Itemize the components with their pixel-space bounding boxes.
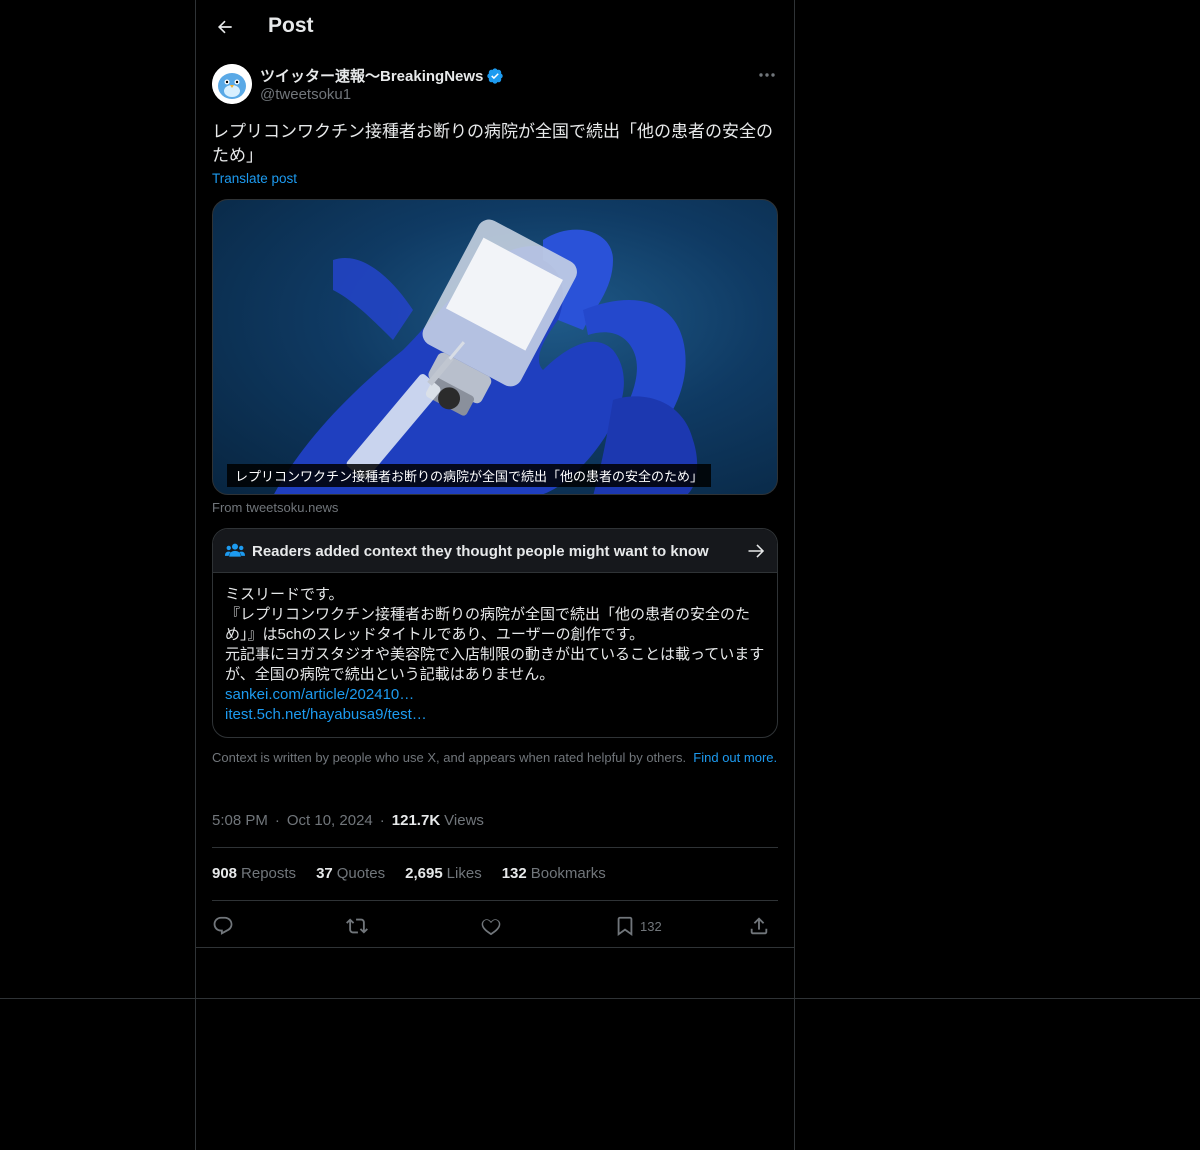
share-icon: [750, 917, 768, 935]
like-button[interactable]: [480, 912, 502, 940]
translate-link[interactable]: Translate post: [212, 171, 297, 186]
author-block: ツイッター速報〜BreakingNews @tweetsoku1: [212, 64, 778, 108]
display-name[interactable]: ツイッター速報〜BreakingNews: [260, 65, 483, 86]
like-icon: [481, 919, 501, 936]
bookmark-button[interactable]: 132: [614, 912, 662, 940]
media-caption: レプリコンワクチン接種者お断りの病院が全国で続出「他の患者の安全のため」: [227, 464, 712, 487]
back-button[interactable]: [208, 10, 242, 44]
repost-button[interactable]: [346, 912, 368, 940]
media-card[interactable]: レプリコンワクチン接種者お断りの病院が全国で続出「他の患者の安全のため」: [212, 199, 778, 495]
note-line: ミスリードです。: [225, 586, 344, 603]
people-icon: [225, 543, 245, 557]
note-line: 元記事にヨガスタジオや美容院で入店制限の動きが出ていることは載っています: [225, 646, 765, 663]
bookmark-icon: [617, 916, 633, 937]
page-title: Post: [268, 14, 314, 37]
back-arrow-icon: [217, 20, 232, 34]
note-line: 『レプリコンワクチン接種者お断りの病院が全国で続出「他の患者の安全のた: [225, 606, 751, 623]
post-date[interactable]: Oct 10, 2024: [287, 812, 373, 829]
context-disclaimer: Context is written by people who use X, …: [212, 750, 778, 766]
bookmarks-stat[interactable]: 132 Bookmarks: [502, 865, 606, 882]
community-note: Readers added context they thought peopl…: [212, 528, 778, 738]
tweet-text: レプリコンワクチン接種者お断りの病院が全国で続出「他の患者の安全のため」: [212, 122, 773, 165]
share-button[interactable]: [748, 912, 770, 940]
page-header: Post: [196, 0, 794, 54]
main-column: Post ツイッター速報〜BreakingNews @tweetsoku1 レプ…: [195, 0, 795, 1150]
context-text: Context is written by people who use X, …: [212, 750, 687, 765]
name-row: ツイッター速報〜BreakingNews: [260, 65, 504, 86]
community-note-body: ミスリードです。 『レプリコンワクチン接種者お断りの病院が全国で続出「他の患者の…: [225, 585, 770, 725]
vaccine-photo: [274, 219, 698, 494]
divider: [212, 900, 778, 901]
community-note-title: Readers added context they thought peopl…: [252, 543, 709, 560]
reply-icon: [213, 916, 233, 935]
arrow-right-icon: [748, 544, 765, 558]
note-line: が、全国の病院で続出という記載はありません。: [225, 666, 555, 683]
action-bar: 132: [212, 912, 778, 940]
post-meta: 5:08 PM · Oct 10, 2024 · 121.7K Views: [212, 812, 484, 829]
author-handle[interactable]: @tweetsoku1: [260, 86, 351, 103]
engagement-stats: 908 Reposts 37 Quotes 2,695 Likes 132 Bookma…: [212, 865, 626, 882]
divider: [212, 847, 778, 848]
note-line: め」』は5chのスレッドタイトルであり、ユーザーの創作です。: [225, 626, 645, 643]
note-source-link[interactable]: itest.5ch.net/hayabusa9/test…: [225, 705, 770, 725]
reposts-stat[interactable]: 908 Reposts: [212, 865, 296, 882]
likes-stat[interactable]: 2,695 Likes: [405, 865, 482, 882]
community-note-header[interactable]: Readers added context they thought peopl…: [213, 529, 777, 573]
post-time[interactable]: 5:08 PM: [212, 812, 268, 829]
more-icon: [759, 73, 775, 77]
find-out-more-link[interactable]: Find out more.: [693, 750, 777, 765]
bookmark-count: 132: [640, 918, 662, 934]
post-bottom-border: [196, 947, 794, 948]
repost-icon: [346, 918, 368, 934]
views-label: Views: [444, 812, 484, 829]
note-source-link[interactable]: sankei.com/article/202410…: [225, 685, 770, 705]
quotes-stat[interactable]: 37 Quotes: [316, 865, 385, 882]
reply-button[interactable]: [212, 912, 234, 940]
more-button[interactable]: [756, 64, 778, 86]
verified-badge-icon: [487, 67, 504, 84]
views-count: 121.7K: [391, 812, 441, 829]
avatar[interactable]: [212, 64, 252, 104]
media-source[interactable]: From tweetsoku.news: [212, 500, 338, 515]
